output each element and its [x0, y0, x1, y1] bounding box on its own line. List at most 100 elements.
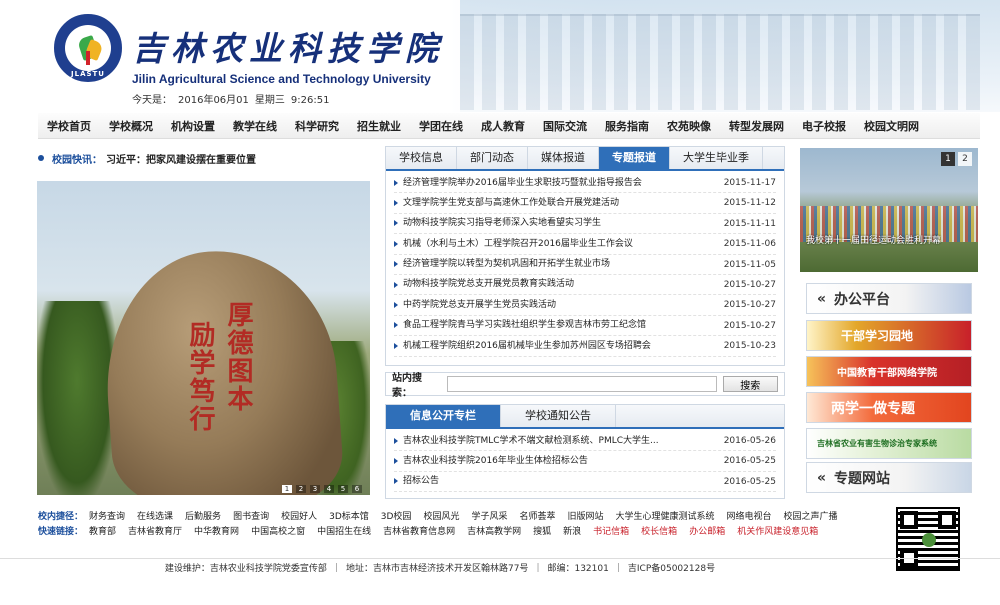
news-date: 2015-11-12 [723, 198, 776, 209]
topic-sites-banner[interactable]: « 专题网站 [806, 462, 972, 493]
nav-item-transformation[interactable]: 转型发展网 [720, 118, 793, 134]
tab-media-reports[interactable]: 媒体报道 [528, 147, 599, 169]
internal-link[interactable]: 校园风光 [423, 510, 459, 525]
internal-link[interactable]: 在线选课 [137, 510, 173, 525]
featured-photo[interactable]: 厚德图本 励学笃行 1 2 3 4 5 6 [37, 181, 370, 495]
nav-item-adult-education[interactable]: 成人教育 [472, 118, 534, 134]
footer-icp[interactable]: 吉ICP备05002128号 [628, 561, 715, 574]
list-item[interactable]: 中药学院党总支开展学生党员实践活动 2015-10-27 [394, 295, 776, 316]
tab-special-reports[interactable]: 专题报道 [599, 147, 670, 169]
nav-item-research[interactable]: 科学研究 [286, 118, 348, 134]
university-logo[interactable]: JLASTU [54, 14, 122, 82]
quick-link[interactable]: 吉林高教学网 [467, 525, 521, 540]
photo-page-button[interactable]: 4 [324, 485, 334, 493]
news-title[interactable]: 经济管理学院举办2016届毕业生求职技巧暨就业指导报告会 [403, 173, 642, 192]
internal-link[interactable]: 学子风采 [471, 510, 507, 525]
quick-link[interactable]: 中华教育网 [194, 525, 239, 540]
office-platform-banner[interactable]: « 办公平台 [806, 283, 972, 314]
news-title[interactable]: 文理学院学生党支部与高速休工作处联合开展党建活动 [403, 193, 619, 212]
pest-diagnosis-banner[interactable]: 吉林省农业有害生物诊治专家系统 [806, 428, 972, 459]
mailbox-link[interactable]: 机关作风建设意见箱 [737, 525, 818, 540]
list-item[interactable]: 机械（水利与土木）工程学院召开2016届毕业生工作会议 2015-11-06 [394, 234, 776, 255]
news-title[interactable]: 中药学院党总支开展学生党员实践活动 [403, 295, 556, 314]
news-date: 2015-10-23 [723, 341, 776, 352]
news-title[interactable]: 动物科技学院党总支开展党员教育实践活动 [403, 275, 574, 294]
info-title[interactable]: 吉林农业科技学院2016年毕业生体检招标公告 [403, 451, 588, 470]
tab-info-disclosure[interactable]: 信息公开专栏 [386, 405, 501, 427]
quick-link[interactable]: 教育部 [89, 525, 116, 540]
nav-item-admissions[interactable]: 招生就业 [348, 118, 410, 134]
quick-link[interactable]: 吉林省教育厅 [128, 525, 182, 540]
photo-page-button[interactable]: 3 [310, 485, 320, 493]
list-item[interactable]: 吉林农业科技学院2016年毕业生体检招标公告 2016-05-25 [394, 451, 776, 472]
news-title[interactable]: 动物科技学院实习指导老师深入实地看望实习学生 [403, 214, 601, 233]
quick-link[interactable]: 中国高校之窗 [251, 525, 305, 540]
photo-page-button[interactable]: 2 [296, 485, 306, 493]
internal-link[interactable]: 名师荟萃 [519, 510, 555, 525]
tab-school-info[interactable]: 学校信息 [386, 147, 457, 169]
news-title[interactable]: 经济管理学院以转型为契机巩固和开拓学生就业市场 [403, 255, 610, 274]
nav-item-service-guide[interactable]: 服务指南 [596, 118, 658, 134]
slide-caption[interactable]: 我校第十一届田径运动会胜利开幕 [806, 233, 941, 246]
internal-link[interactable]: 后勤服务 [185, 510, 221, 525]
nav-item-civilization[interactable]: 校园文明网 [855, 118, 928, 134]
nav-item-overview[interactable]: 学校概况 [100, 118, 162, 134]
internal-link[interactable]: 大学生心理健康测试系统 [616, 510, 715, 525]
quick-link[interactable]: 吉林省教育信息网 [383, 525, 455, 540]
slide-page-button[interactable]: 2 [958, 152, 972, 166]
internal-link[interactable]: 校园之声广播 [784, 510, 838, 525]
mailbox-link[interactable]: 书记信箱 [593, 525, 629, 540]
list-item[interactable]: 食品工程学院青马学习实践社组织学生参观吉林市劳工纪念馆 2015-10-27 [394, 316, 776, 337]
tab-notices[interactable]: 学校通知公告 [501, 405, 616, 427]
nav-item-departments[interactable]: 机构设置 [162, 118, 224, 134]
nav-item-student-union[interactable]: 学团在线 [410, 118, 472, 134]
photo-page-button[interactable]: 6 [352, 485, 362, 493]
list-item[interactable]: 吉林农业科技学院TMLC学术不端文献检测系统、PMLC大学生... 2016-05… [394, 431, 776, 452]
two-studies-banner[interactable]: 两学一做专题 [806, 392, 972, 423]
bullet-icon [38, 155, 44, 161]
news-title[interactable]: 食品工程学院青马学习实践社组织学生参观吉林市劳工纪念馆 [403, 316, 646, 335]
event-slideshow[interactable]: 1 2 我校第十一届田径运动会胜利开幕 [800, 148, 978, 272]
internal-link[interactable]: 旧版网站 [567, 510, 603, 525]
news-title[interactable]: 机械工程学院组织2016届机械毕业生参加苏州园区专场招聘会 [403, 336, 651, 355]
main-nav: 学校首页 学校概况 机构设置 教学在线 科学研究 招生就业 学团在线 成人教育 … [38, 113, 980, 139]
nav-item-teaching[interactable]: 教学在线 [224, 118, 286, 134]
list-item[interactable]: 动物科技学院党总支开展党员教育实践活动 2015-10-27 [394, 275, 776, 296]
internal-link[interactable]: 3D标本馆 [329, 510, 369, 525]
search-button[interactable]: 搜索 [722, 376, 778, 392]
news-title[interactable]: 机械（水利与土木）工程学院召开2016届毕业生工作会议 [403, 234, 633, 253]
search-input[interactable] [447, 376, 717, 392]
list-item[interactable]: 经济管理学院以转型为契机巩固和开拓学生就业市场 2015-11-05 [394, 255, 776, 275]
slide-page-button[interactable]: 1 [941, 152, 955, 166]
info-title[interactable]: 吉林农业科技学院TMLC学术不端文献检测系统、PMLC大学生... [403, 431, 659, 450]
cadre-online-college-banner[interactable]: 中国教育干部网络学院 [806, 356, 972, 387]
nav-item-home[interactable]: 学校首页 [38, 118, 100, 134]
nav-item-international[interactable]: 国际交流 [534, 118, 596, 134]
list-item[interactable]: 文理学院学生党支部与高速休工作处联合开展党建活动 2015-11-12 [394, 193, 776, 214]
cadre-study-banner[interactable]: 干部学习园地 [806, 320, 972, 351]
internal-link[interactable]: 校园好人 [281, 510, 317, 525]
list-item[interactable]: 招标公告 2016-05-25 [394, 472, 776, 493]
photo-page-button[interactable]: 1 [282, 485, 292, 493]
mailbox-link[interactable]: 校长信箱 [641, 525, 677, 540]
internal-link[interactable]: 网络电视台 [727, 510, 772, 525]
photo-page-button[interactable]: 5 [338, 485, 348, 493]
quick-link[interactable]: 新浪 [563, 525, 581, 540]
quick-link[interactable]: 搜狐 [533, 525, 551, 540]
internal-link[interactable]: 3D校园 [381, 510, 412, 525]
tab-department-news[interactable]: 部门动态 [457, 147, 528, 169]
internal-link[interactable]: 图书查询 [233, 510, 269, 525]
nav-item-campus-images[interactable]: 农苑映像 [658, 118, 720, 134]
quick-link[interactable]: 中国招生在线 [317, 525, 371, 540]
tab-graduation-season[interactable]: 大学生毕业季 [670, 147, 763, 169]
nav-item-e-newspaper[interactable]: 电子校报 [793, 118, 855, 134]
mailbox-link[interactable]: 办公邮箱 [689, 525, 725, 540]
info-date: 2016-05-25 [723, 456, 776, 467]
list-item[interactable]: 动物科技学院实习指导老师深入实地看望实习学生 2015-11-11 [394, 214, 776, 235]
qr-logo [922, 533, 936, 547]
info-title[interactable]: 招标公告 [403, 472, 439, 491]
list-item[interactable]: 机械工程学院组织2016届机械毕业生参加苏州园区专场招聘会 2015-10-23 [394, 336, 776, 357]
news-flash-link[interactable]: 习近平：把家风建设摆在重要位置 [106, 151, 256, 166]
list-item[interactable]: 经济管理学院举办2016届毕业生求职技巧暨就业指导报告会 2015-11-17 [394, 173, 776, 194]
internal-link[interactable]: 财务查询 [89, 510, 125, 525]
